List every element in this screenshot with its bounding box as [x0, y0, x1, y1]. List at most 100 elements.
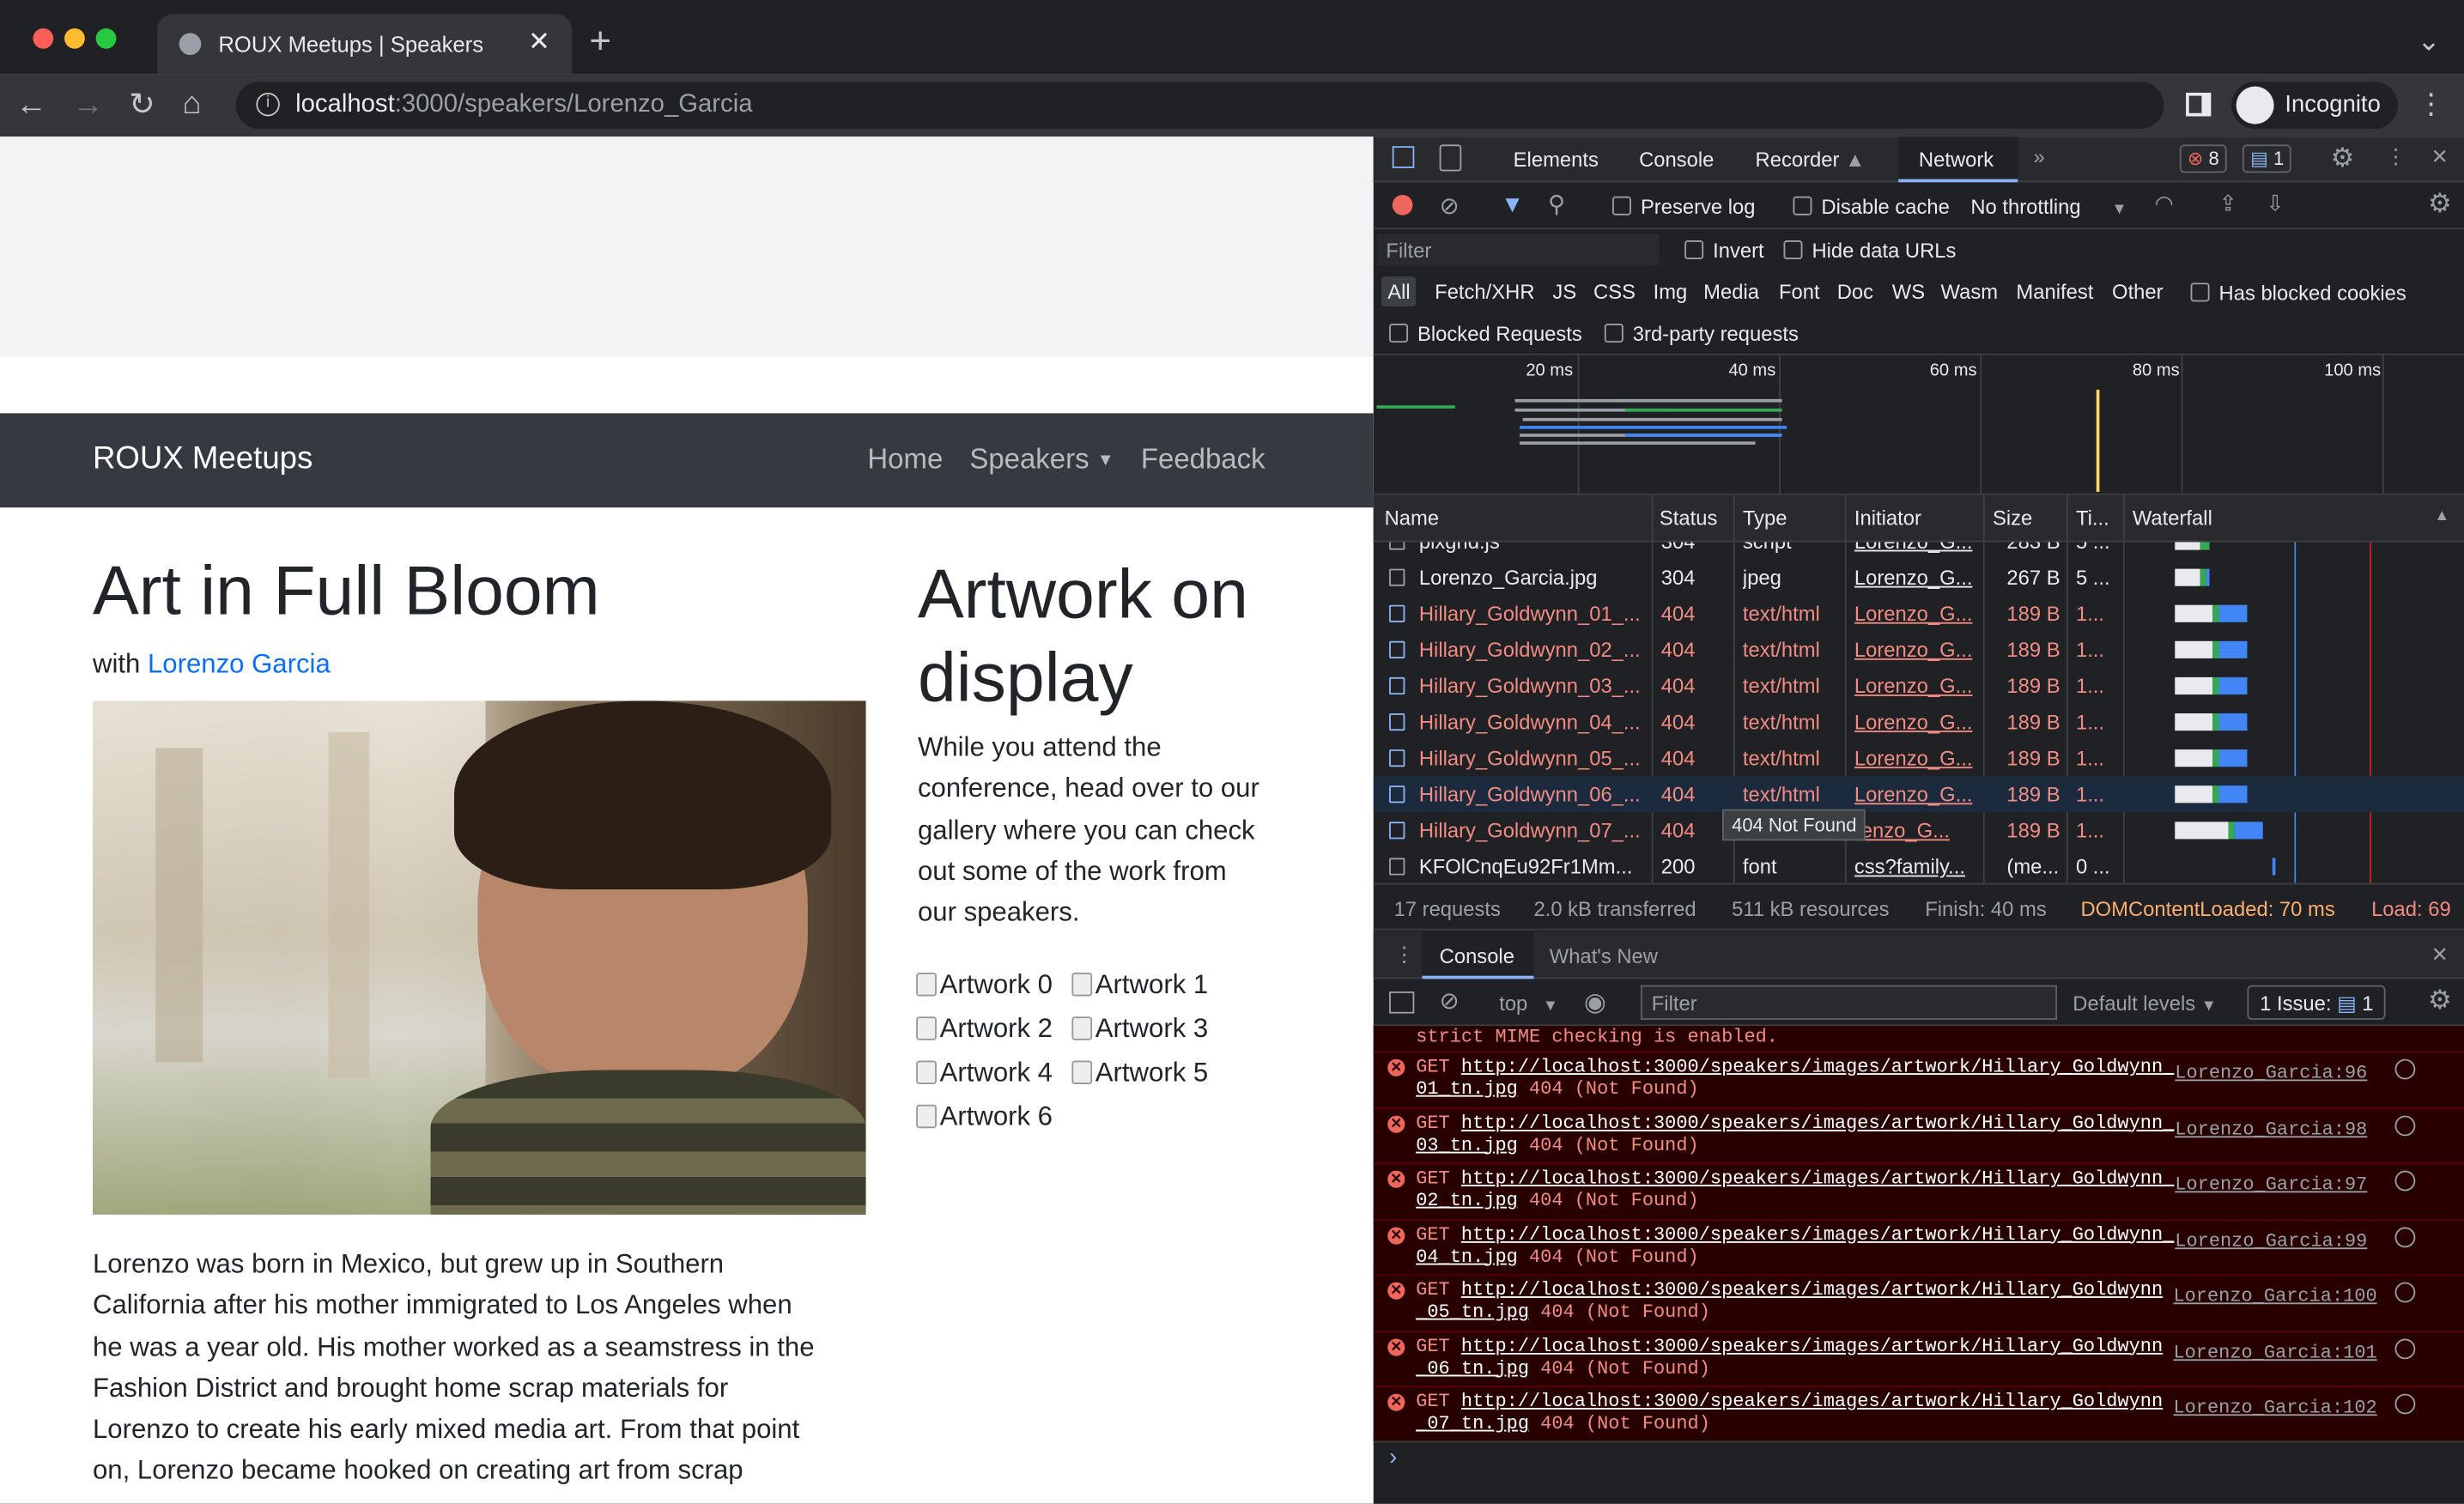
source-link[interactable]: Lorenzo_Garcia:101 — [2173, 1341, 2376, 1363]
forward-icon[interactable]: → — [72, 89, 104, 121]
request-url-tail[interactable]: 03_tn.jpg — [1416, 1134, 1518, 1156]
col-status[interactable]: Status — [1652, 495, 1717, 543]
tab-recorder[interactable]: Recorder ▲ — [1756, 148, 1866, 171]
request-row[interactable]: Hillary_Goldwynn_01_... 404 text/html Loren… — [1374, 596, 2464, 632]
zoom-window-button[interactable] — [95, 27, 117, 49]
request-initiator[interactable]: Lorenzo_G... — [1854, 740, 1980, 776]
context-select[interactable]: top ▼ — [1499, 992, 1558, 1015]
close-tab-icon[interactable]: ✕ — [528, 27, 550, 58]
col-waterfall[interactable]: Waterfall — [2125, 495, 2212, 543]
checkbox[interactable] — [1389, 324, 1409, 343]
request-url[interactable]: http://localhost:3000/speakers/images/ar… — [1461, 1391, 2163, 1413]
artwork-image-4[interactable]: Artwork 4 — [916, 1058, 1053, 1089]
request-url-tail[interactable]: 04_tn.jpg — [1416, 1246, 1518, 1268]
checkbox[interactable] — [1793, 196, 1812, 215]
type-doc[interactable]: Doc — [1837, 280, 1873, 303]
col-initiator[interactable]: Initiator — [1847, 495, 1921, 543]
artwork-image-2[interactable]: Artwork 2 — [916, 1014, 1053, 1046]
request-url-tail[interactable]: _06_tn.jpg — [1416, 1357, 1529, 1380]
nav-speakers[interactable]: Speakers ▼ — [969, 443, 1114, 476]
type-manifest[interactable]: Manifest — [2016, 280, 2093, 303]
request-row[interactable]: Hillary_Goldwynn_07_...404text/htmlrenzo… — [1374, 812, 2464, 848]
more-menu-icon[interactable]: ⋮ — [2417, 88, 2445, 120]
request-url[interactable]: http://localhost:3000/speakers/images/ar… — [1461, 1279, 2163, 1301]
request-row[interactable]: Hillary_Goldwynn_03_... 404 text/html Loren… — [1374, 668, 2464, 704]
close-window-button[interactable] — [33, 27, 54, 49]
drawer-tab-console[interactable]: Console — [1422, 931, 1534, 979]
error-counter[interactable]: ⊗ 8 — [2179, 144, 2227, 173]
close-drawer-icon[interactable]: ✕ — [2431, 943, 2449, 967]
request-initiator[interactable]: Lorenzo_G... — [1854, 704, 1980, 740]
artwork-image-1[interactable]: Artwork 1 — [1071, 969, 1208, 1001]
network-globe-icon[interactable] — [2394, 1282, 2416, 1303]
checkbox[interactable] — [1611, 196, 1631, 215]
source-link[interactable]: Lorenzo_Garcia:97 — [2175, 1173, 2367, 1196]
artwork-image-5[interactable]: Artwork 5 — [1071, 1058, 1208, 1089]
back-icon[interactable]: ← — [15, 89, 47, 121]
col-name[interactable]: Name — [1376, 495, 1439, 543]
disable-cache-checkbox[interactable]: Disable cache — [1793, 195, 1950, 218]
tab-console[interactable]: Console — [1639, 148, 1714, 171]
source-link[interactable]: Lorenzo_Garcia:99 — [2175, 1229, 2367, 1252]
console-filter-input[interactable]: Filter — [1640, 985, 2057, 1020]
live-expression-eye-icon[interactable]: ◉ — [1584, 986, 1606, 1018]
artwork-image-0[interactable]: Artwork 0 — [916, 969, 1053, 1001]
blocked-requests-checkbox[interactable]: Blocked Requests — [1389, 322, 1582, 346]
info-icon[interactable]: i — [256, 92, 280, 117]
request-url-tail[interactable]: 01_tn.jpg — [1416, 1078, 1518, 1101]
message-counter[interactable]: ▤ 1 — [2242, 144, 2292, 173]
minimize-window-button[interactable] — [64, 27, 85, 49]
artwork-image-3[interactable]: Artwork 3 — [1071, 1014, 1208, 1046]
throttling-select[interactable]: No throttling ▼ — [1970, 195, 2127, 218]
invert-checkbox[interactable]: Invert — [1684, 239, 1764, 263]
home-icon[interactable]: ⌂ — [182, 88, 201, 120]
browser-tab[interactable]: ROUX Meetups | Speakers ✕ — [157, 14, 573, 75]
type-wasm[interactable]: Wasm — [1941, 280, 1999, 303]
new-tab-icon[interactable]: + — [589, 23, 611, 61]
network-globe-icon[interactable] — [2394, 1393, 2416, 1415]
log-levels-select[interactable]: Default levels ▼ — [2073, 992, 2217, 1015]
brand-link[interactable]: ROUX Meetups — [93, 441, 313, 477]
nav-feedback[interactable]: Feedback — [1141, 443, 1265, 476]
import-har-icon[interactable]: ⇪ — [2219, 190, 2237, 216]
type-all[interactable]: All — [1381, 276, 1417, 306]
drawer-menu-icon[interactable]: ⋮ — [1394, 943, 1415, 967]
tab-elements[interactable]: Elements — [1514, 148, 1599, 171]
request-url[interactable]: http://localhost:3000/speakers/images/ar… — [1461, 1223, 2174, 1246]
network-globe-icon[interactable] — [2394, 1114, 2416, 1136]
request-url[interactable]: http://localhost:3000/speakers/images/ar… — [1461, 1335, 2163, 1357]
address-bar[interactable]: i localhost:3000/speakers/Lorenzo_Garcia — [235, 82, 2164, 130]
request-initiator[interactable]: Lorenzo_G... — [1854, 776, 1980, 812]
checkbox[interactable] — [1684, 240, 1704, 260]
request-row[interactable]: KFOlCnqEu92Fr1Mm... 200 font css?family... (… — [1374, 848, 2464, 882]
console-settings-icon[interactable]: ⚙ — [2428, 985, 2452, 1017]
console-sidebar-icon[interactable] — [1389, 991, 1415, 1014]
request-initiator[interactable]: Lorenzo_G... — [1854, 542, 1980, 559]
request-row[interactable]: pixgrid.js 304 script Lorenzo_G... 283 B 5 ..… — [1374, 542, 2464, 559]
network-overview[interactable]: 20 ms 40 ms 60 ms 80 ms 100 ms — [1373, 355, 2464, 495]
speaker-link[interactable]: Lorenzo Garcia — [148, 649, 331, 679]
request-url-tail[interactable]: 02_tn.jpg — [1416, 1190, 1518, 1212]
request-row[interactable]: Hillary_Goldwynn_04_... 404 text/html Loren… — [1374, 704, 2464, 740]
inspect-element-icon[interactable] — [1392, 146, 1415, 168]
request-initiator[interactable]: Lorenzo_G... — [1854, 632, 1980, 668]
type-other[interactable]: Other — [2112, 280, 2164, 303]
third-party-checkbox[interactable]: 3rd-party requests — [1604, 322, 1799, 346]
issues-button[interactable]: 1 Issue: ▤ 1 — [2247, 985, 2387, 1020]
request-initiator[interactable]: Lorenzo_G... — [1854, 596, 1980, 632]
checkbox[interactable] — [1604, 324, 1623, 343]
checkbox[interactable] — [1783, 240, 1803, 260]
request-url[interactable]: http://localhost:3000/speakers/images/ar… — [1461, 1056, 2174, 1078]
filter-input[interactable]: Filter — [1376, 233, 1660, 266]
settings-gear-icon[interactable]: ⚙ — [2330, 143, 2354, 175]
type-ws[interactable]: WS — [1892, 280, 1925, 303]
incognito-badge[interactable]: Incognito — [2231, 82, 2399, 130]
filter-funnel-icon[interactable]: ▼ — [1501, 191, 1524, 218]
close-devtools-icon[interactable]: ✕ — [2431, 144, 2449, 169]
network-globe-icon[interactable] — [2394, 1226, 2416, 1247]
type-fetch-xhr[interactable]: Fetch/XHR — [1435, 280, 1534, 303]
network-globe-icon[interactable] — [2394, 1058, 2416, 1080]
type-js[interactable]: JS — [1552, 280, 1576, 303]
reload-icon[interactable]: ↻ — [129, 89, 155, 121]
drawer-tab-whats-new[interactable]: What's New — [1550, 944, 1658, 967]
